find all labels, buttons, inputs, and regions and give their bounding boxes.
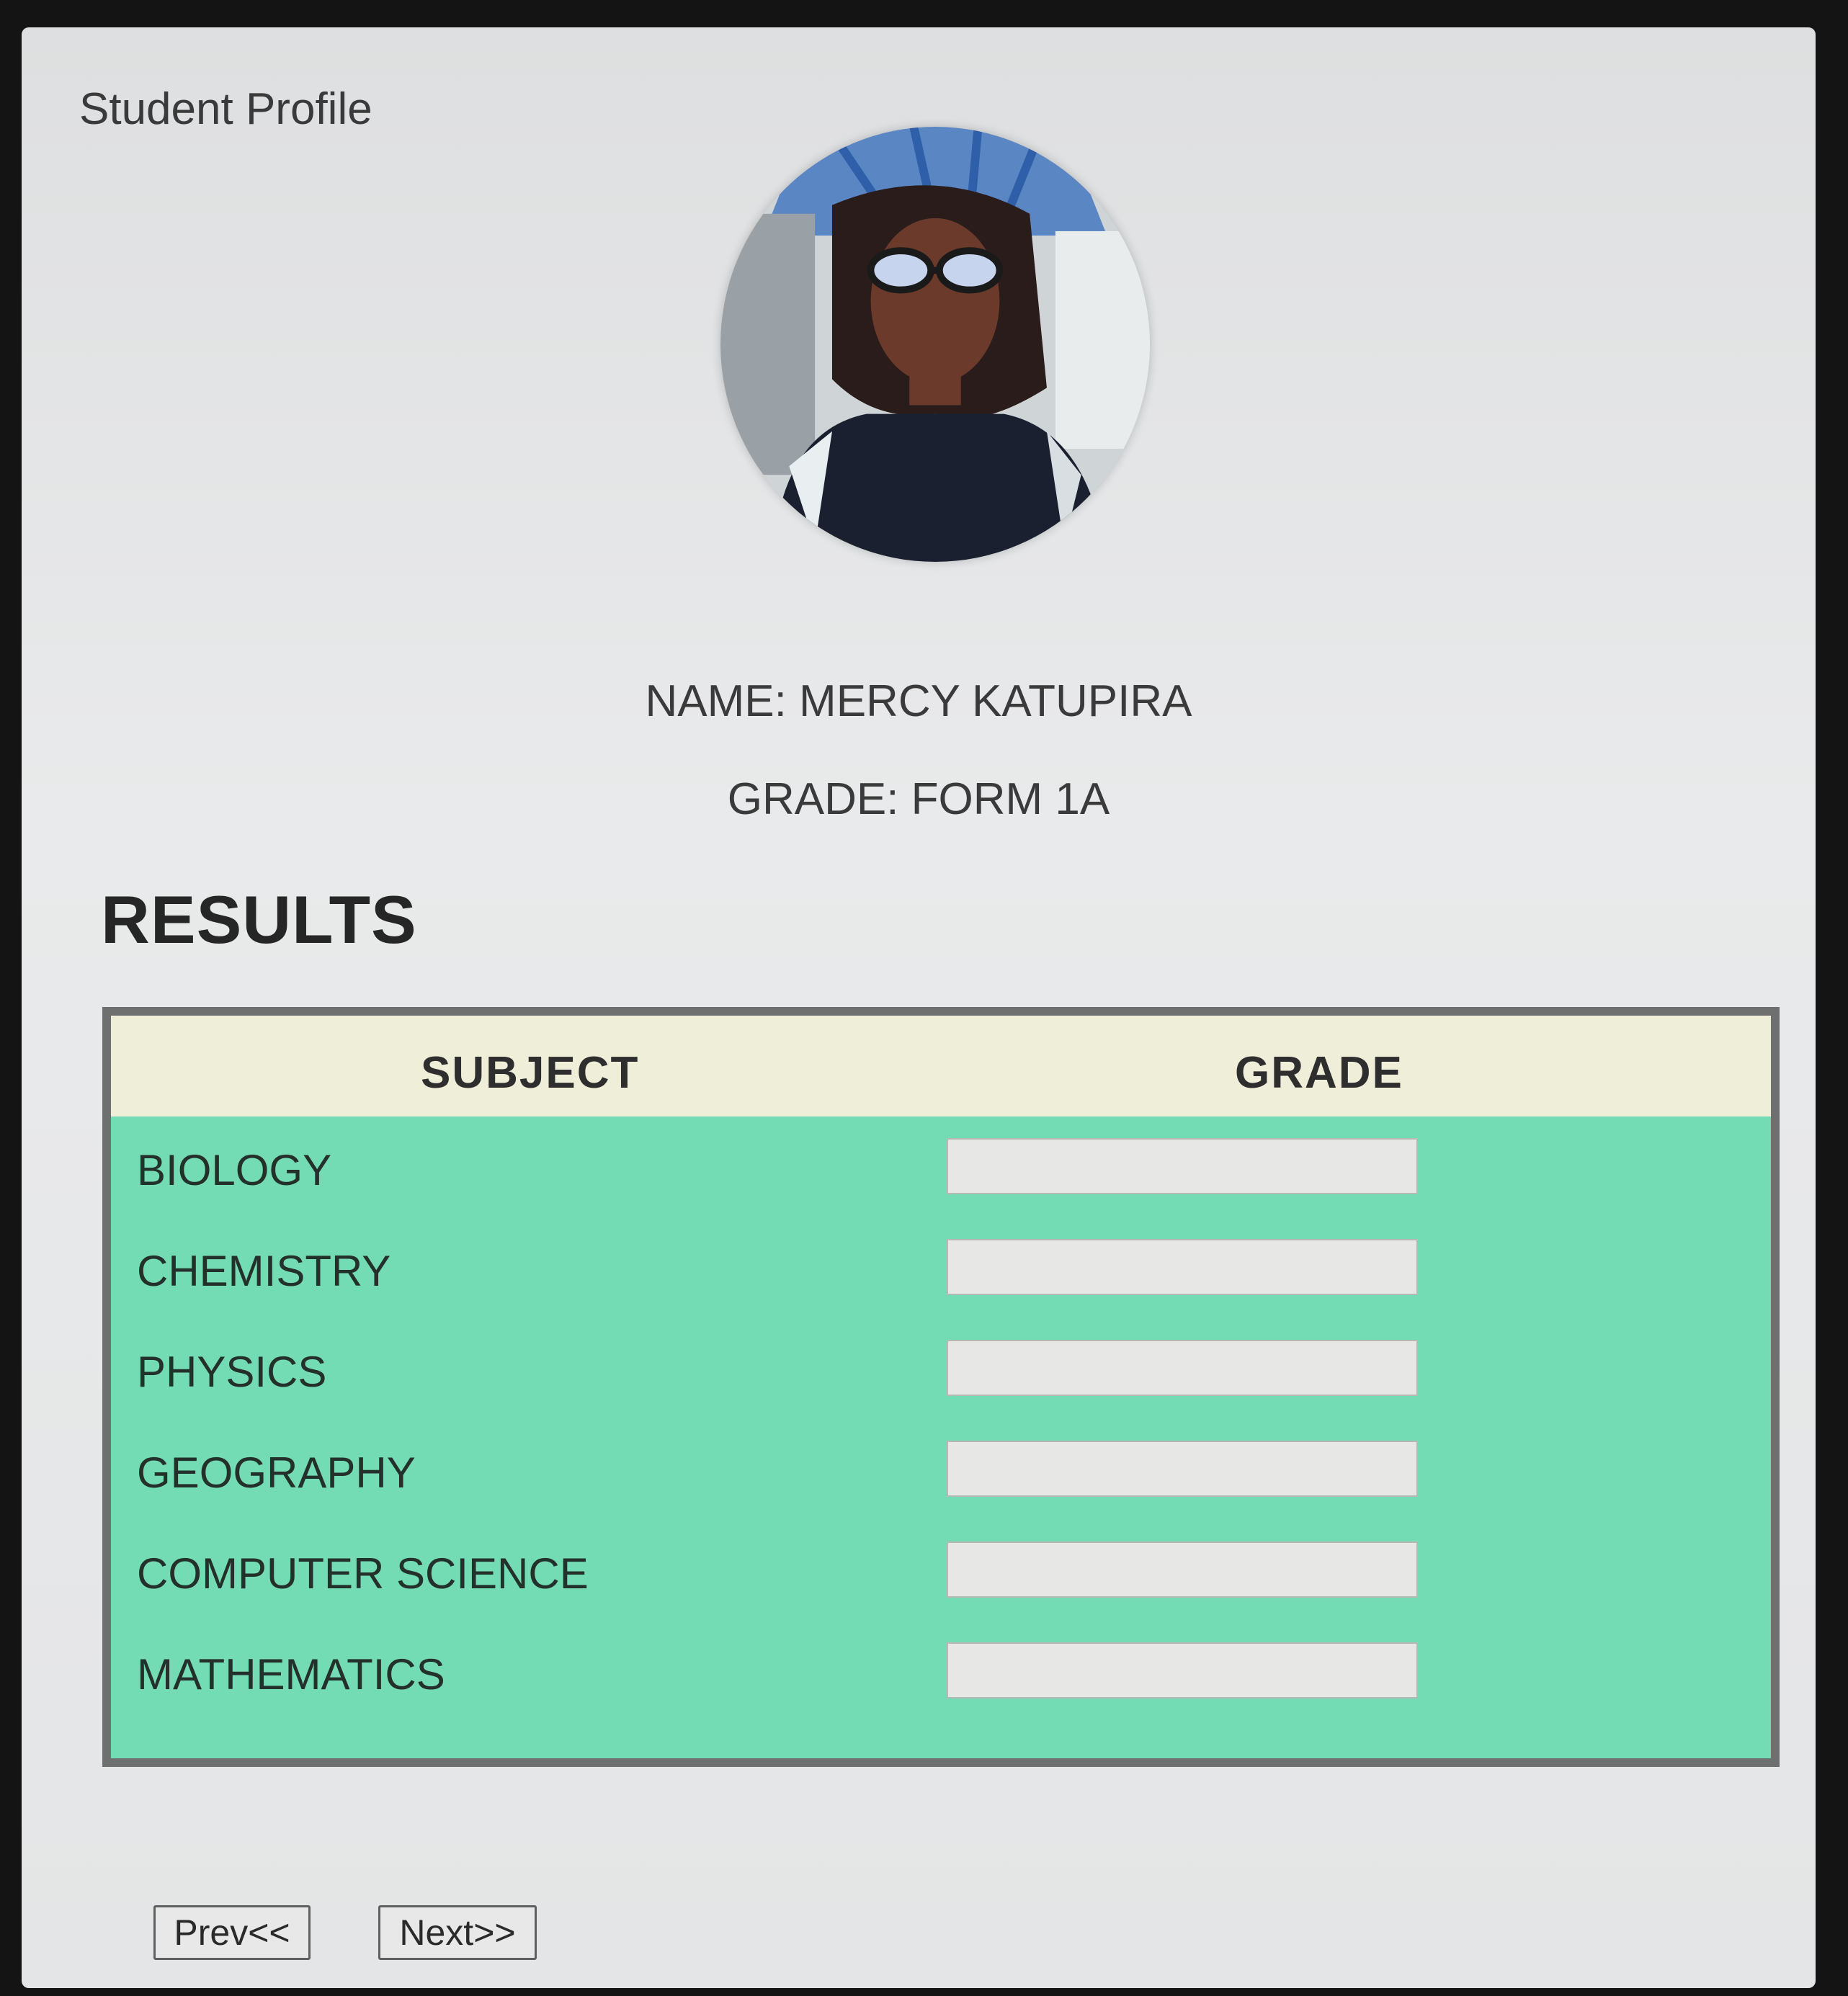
grade-input-computer-science[interactable] xyxy=(947,1541,1418,1598)
table-row: GEOGRAPHY xyxy=(111,1419,1771,1520)
table-body: BIOLOGY CHEMISTRY PHYSICS GEOGRAPHY COMP… xyxy=(111,1116,1771,1722)
table-row: MATHEMATICS xyxy=(111,1621,1771,1722)
profile-photo xyxy=(720,127,1150,562)
student-name: NAME: MERCY KATUPIRA xyxy=(645,676,1192,726)
results-table: SUBJECT GRADE BIOLOGY CHEMISTRY PHYSICS … xyxy=(102,1007,1780,1767)
grade-input-chemistry[interactable] xyxy=(947,1239,1418,1295)
grade-column-header: GRADE xyxy=(1235,1048,1403,1098)
grade-input-biology[interactable] xyxy=(947,1138,1418,1194)
window-title: Student Profile xyxy=(79,84,372,134)
app-window: Student Profile NAME: MERCY KATUPIRA GRA… xyxy=(22,27,1816,1988)
prev-button[interactable]: Prev<< xyxy=(153,1905,311,1960)
subject-column-header: SUBJECT xyxy=(421,1048,640,1098)
grade-input-geography[interactable] xyxy=(947,1441,1418,1497)
table-row: CHEMISTRY xyxy=(111,1217,1771,1318)
table-row: PHYSICS xyxy=(111,1318,1771,1419)
grade-input-physics[interactable] xyxy=(947,1340,1418,1396)
table-row: COMPUTER SCIENCE xyxy=(111,1520,1771,1621)
subject-label-mathematics: MATHEMATICS xyxy=(137,1650,445,1699)
student-grade: GRADE: FORM 1A xyxy=(727,774,1110,824)
subject-label-computer-science: COMPUTER SCIENCE xyxy=(137,1549,589,1598)
grade-input-mathematics[interactable] xyxy=(947,1642,1418,1699)
subject-label-chemistry: CHEMISTRY xyxy=(137,1247,391,1295)
table-header: SUBJECT GRADE xyxy=(111,1016,1771,1116)
next-button[interactable]: Next>> xyxy=(378,1905,537,1960)
subject-label-geography: GEOGRAPHY xyxy=(137,1449,416,1497)
subject-label-biology: BIOLOGY xyxy=(137,1146,332,1194)
profile-photo-image xyxy=(720,127,1150,562)
subject-label-physics: PHYSICS xyxy=(137,1348,327,1396)
results-heading: RESULTS xyxy=(101,882,417,957)
table-row: BIOLOGY xyxy=(111,1116,1771,1217)
